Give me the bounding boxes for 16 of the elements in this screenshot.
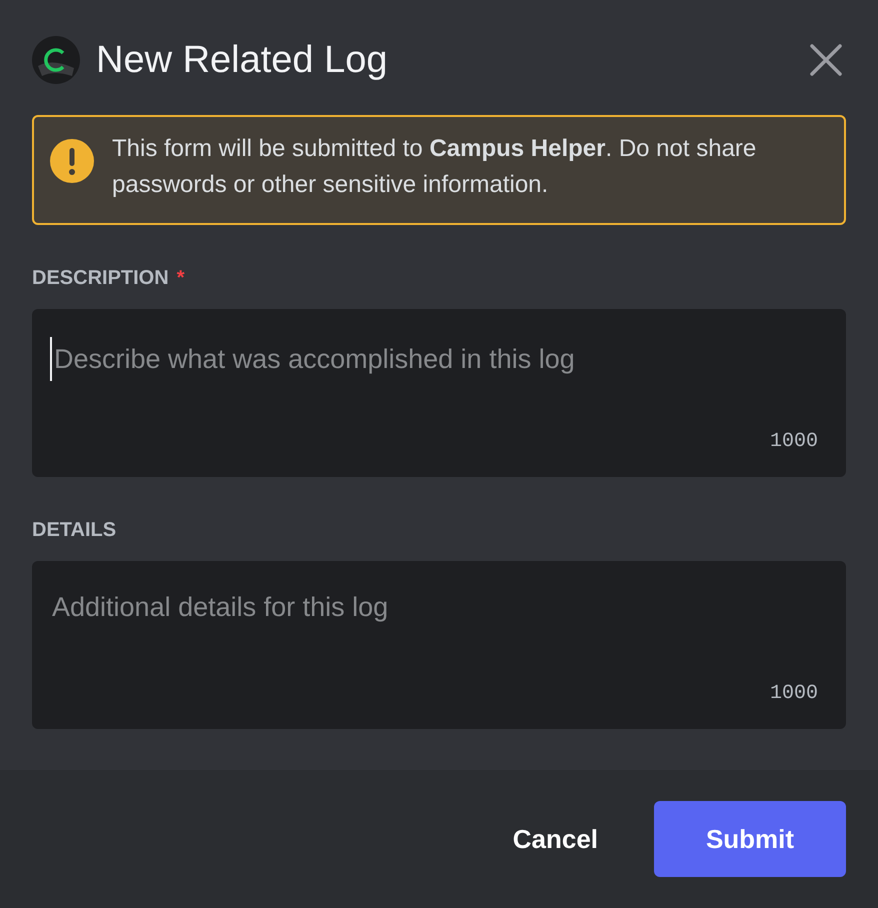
text-area[interactable]: Additional details for this log 1000 [32, 561, 846, 729]
warning-icon [48, 137, 96, 185]
text-area[interactable]: Describe what was accomplished in this log 1000 [32, 309, 846, 477]
placeholder-text: Additional details for this log [52, 591, 388, 624]
field-label: DETAILS [32, 518, 116, 543]
required-marker: * [176, 266, 184, 291]
cancel-button[interactable]: Cancel [512, 820, 598, 858]
submit-button[interactable]: Submit [654, 801, 846, 877]
notice-text: This form will be submitted to Campus Helper. Do not share passwords or other sensitive information. [112, 134, 758, 200]
field-label: DESCRIPTION [32, 266, 169, 291]
placeholder-text: Describe what was accomplished in this log [54, 343, 575, 376]
text-cursor [50, 337, 52, 381]
character-counter: 1000 [770, 681, 818, 707]
logo-icon [32, 36, 80, 84]
character-counter: 1000 [770, 429, 818, 455]
dialog-title: New Related Log [96, 41, 389, 79]
